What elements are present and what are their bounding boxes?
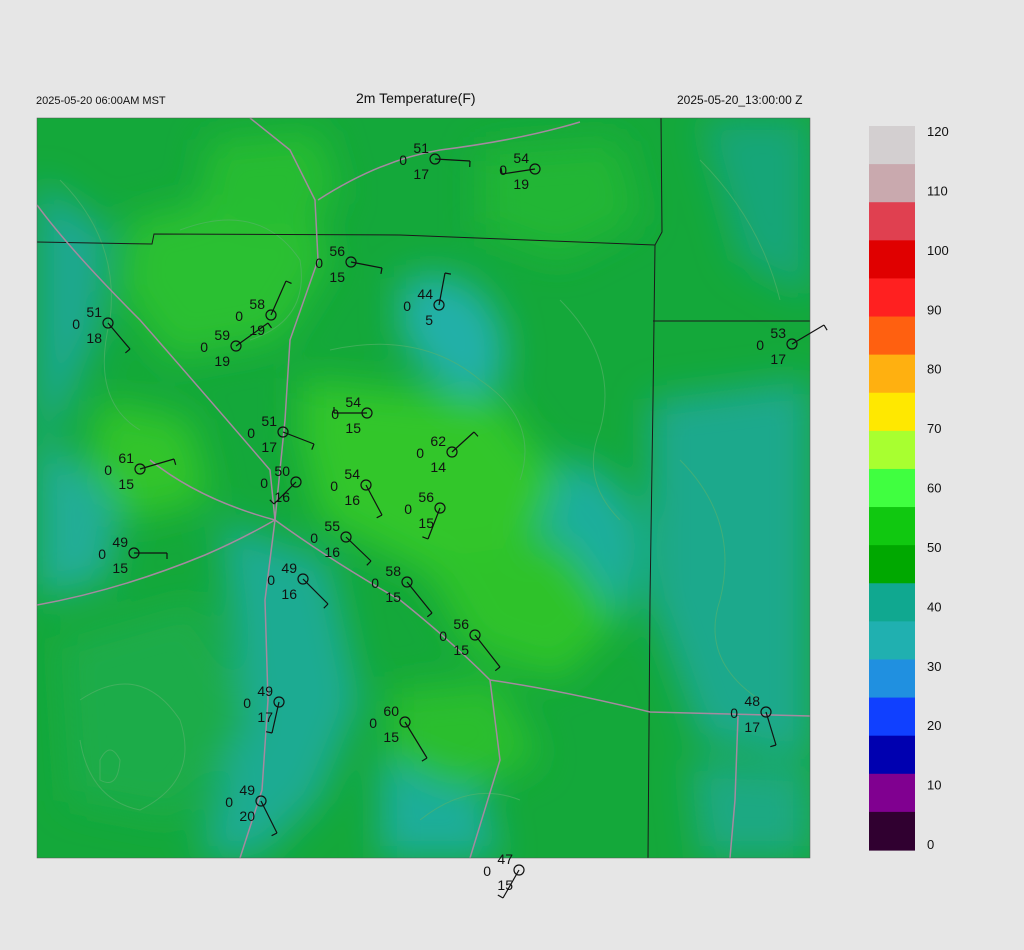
colorbar-label: 100 bbox=[927, 243, 949, 258]
colorbar-band bbox=[869, 316, 915, 356]
colorbar-band bbox=[869, 735, 915, 775]
colorbar-label: 10 bbox=[927, 778, 941, 793]
colorbar-band bbox=[869, 583, 915, 622]
colorbar-band bbox=[869, 811, 915, 851]
colorbar-band bbox=[869, 278, 915, 318]
colorbar-label: 30 bbox=[927, 659, 941, 674]
colorbar-band bbox=[869, 430, 915, 470]
colorbar-band bbox=[869, 240, 915, 280]
colorbar-label: 50 bbox=[927, 540, 941, 555]
colorbar-band bbox=[869, 164, 915, 203]
colorbar-label: 0 bbox=[927, 837, 934, 852]
colorbar-band bbox=[869, 659, 915, 699]
colorbar-band bbox=[869, 773, 915, 813]
colorbar-label: 20 bbox=[927, 718, 941, 733]
colorbar: 1201101009080706050403020100 bbox=[869, 124, 949, 852]
colorbar-band bbox=[869, 697, 915, 737]
colorbar-bands bbox=[869, 126, 915, 851]
colorbar-band bbox=[869, 354, 915, 394]
colorbar-label: 120 bbox=[927, 124, 949, 139]
colorbar-label: 90 bbox=[927, 302, 941, 317]
colorbar-band bbox=[869, 507, 915, 546]
colorbar-band bbox=[869, 126, 915, 165]
colorbar-labels: 1201101009080706050403020100 bbox=[927, 124, 949, 852]
colorbar-band bbox=[869, 545, 915, 584]
colorbar-label: 40 bbox=[927, 599, 941, 614]
colorbar-band bbox=[869, 621, 915, 661]
colorbar-band bbox=[869, 392, 915, 432]
colorbar-band bbox=[869, 202, 915, 241]
colorbar-label: 70 bbox=[927, 421, 941, 436]
colorbar-label: 80 bbox=[927, 362, 941, 377]
colorbar-band bbox=[869, 468, 915, 508]
colorbar-label: 110 bbox=[927, 183, 948, 198]
colorbar-label: 60 bbox=[927, 481, 941, 496]
